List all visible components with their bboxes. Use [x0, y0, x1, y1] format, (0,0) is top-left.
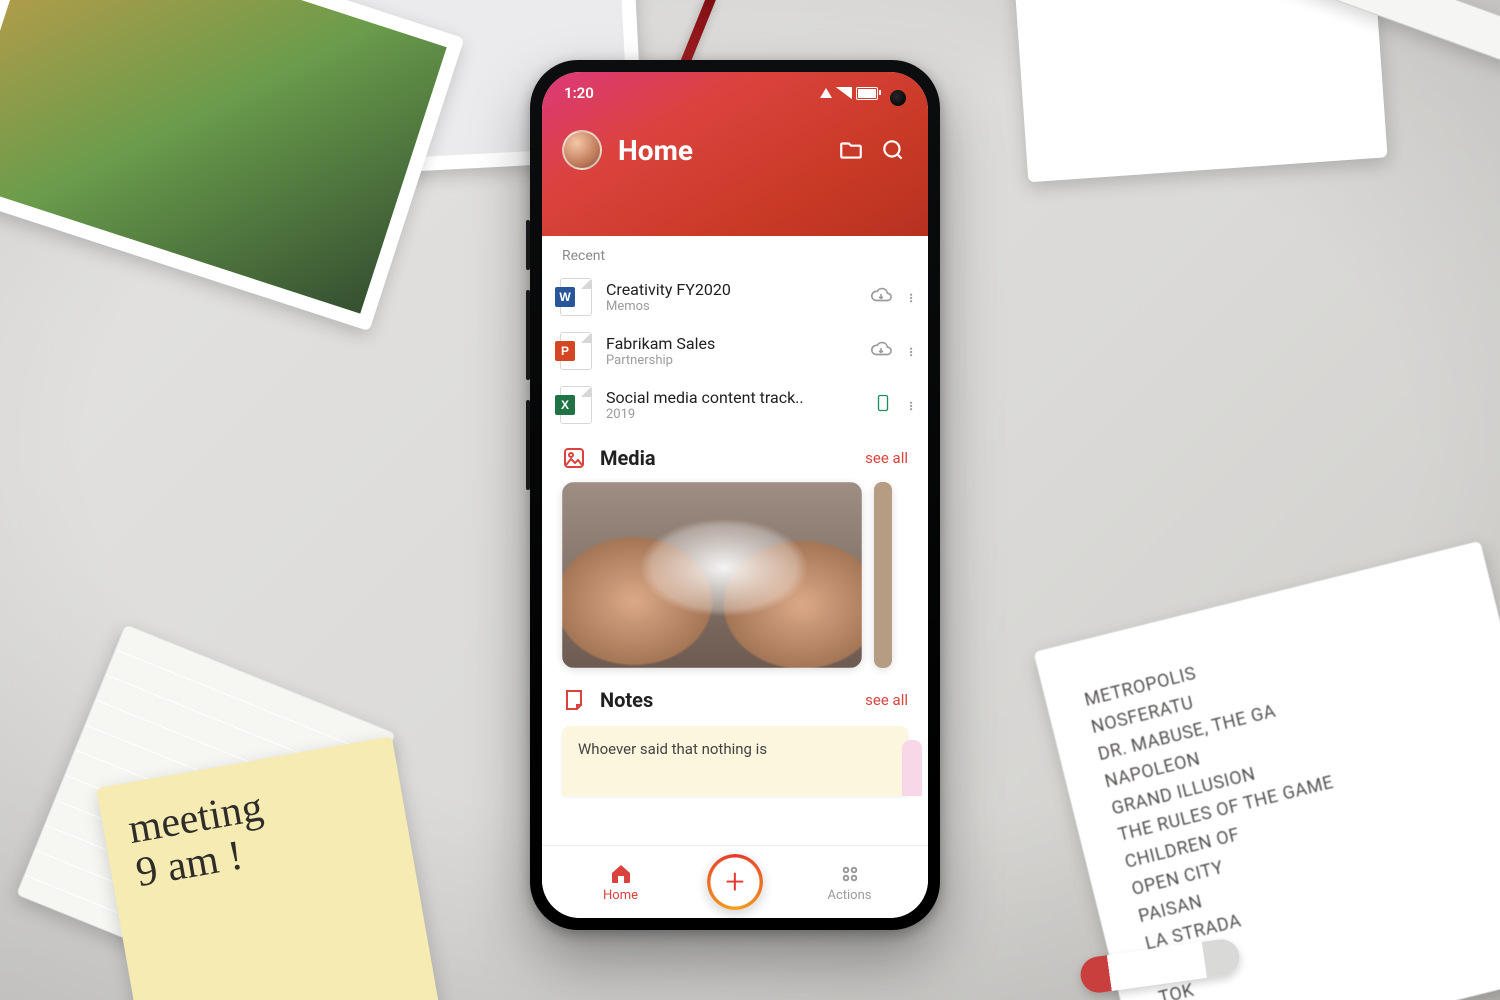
page-title: Home: [618, 134, 822, 167]
image-icon: [562, 446, 586, 470]
typed-sheet-text: METROPOLIS NOSFERATU DR. MABUSE, THE GA …: [1082, 595, 1500, 1000]
create-fab[interactable]: +: [707, 854, 763, 910]
paper-card: [1012, 0, 1387, 182]
actions-icon: [838, 862, 862, 886]
phone-side-button: [526, 400, 530, 490]
nav-label: Actions: [827, 888, 871, 903]
folder-button[interactable]: [838, 137, 864, 163]
cell-signal-icon: [836, 87, 852, 99]
wifi-icon: [820, 88, 832, 98]
media-thumbnail[interactable]: [874, 482, 892, 668]
nav-actions[interactable]: Actions: [771, 862, 928, 903]
section-title: Notes: [600, 688, 851, 712]
recent-item-subtitle: 2019: [606, 407, 860, 422]
more-button[interactable]: ···: [906, 292, 916, 302]
desk-scene: meeting 9 am ! METROPOLIS NOSFERATU DR. …: [0, 0, 1500, 1000]
phone-screen: 1:20 Home: [542, 72, 928, 918]
section-title: Media: [600, 446, 851, 470]
app-header: 1:20 Home: [542, 72, 928, 236]
see-all-link[interactable]: see all: [865, 691, 908, 709]
media-carousel[interactable]: [542, 478, 928, 674]
note-preview-text: Whoever said that nothing is: [578, 740, 767, 758]
on-device-icon[interactable]: [874, 392, 892, 418]
section-header-media: Media see all: [542, 432, 928, 478]
folder-icon: [838, 137, 864, 163]
cloud-download-icon[interactable]: [870, 284, 892, 310]
note-card[interactable]: [902, 740, 922, 796]
note-icon: [562, 688, 586, 712]
nav-label: Home: [603, 888, 638, 903]
battery-icon: [856, 87, 878, 100]
recent-item-subtitle: Partnership: [606, 353, 856, 368]
avatar[interactable]: [562, 130, 602, 170]
section-header-notes: Notes see all: [542, 674, 928, 720]
plus-icon: +: [707, 854, 763, 910]
phone-side-button: [526, 290, 530, 380]
bottom-nav: Home + Actions: [542, 845, 928, 918]
typed-sheet: METROPOLIS NOSFERATU DR. MABUSE, THE GA …: [1034, 541, 1500, 1000]
nav-home[interactable]: Home: [542, 862, 699, 903]
word-doc-icon: W: [560, 278, 592, 316]
media-thumbnail[interactable]: [562, 482, 862, 668]
recent-item-subtitle: Memos: [606, 299, 856, 314]
excel-doc-icon: X: [560, 386, 592, 424]
recent-item[interactable]: W Creativity FY2020 Memos ···: [542, 270, 928, 324]
cloud-download-icon[interactable]: [870, 338, 892, 364]
content-area: Recent W Creativity FY2020 Memos ···: [542, 236, 928, 846]
search-button[interactable]: [880, 137, 906, 163]
photo-print: [0, 0, 464, 331]
punch-hole-camera: [890, 90, 906, 106]
status-time: 1:20: [564, 84, 594, 102]
recent-item[interactable]: P Fabrikam Sales Partnership ···: [542, 324, 928, 378]
section-label-recent: Recent: [542, 236, 928, 270]
more-button[interactable]: ···: [906, 400, 916, 410]
home-icon: [609, 862, 633, 886]
more-button[interactable]: ···: [906, 346, 916, 356]
phone-frame: 1:20 Home: [530, 60, 940, 930]
recent-item-title: Social media content track..: [606, 388, 860, 407]
recent-item-title: Fabrikam Sales: [606, 334, 856, 353]
search-icon: [880, 137, 906, 163]
powerpoint-doc-icon: P: [560, 332, 592, 370]
phone-side-button: [526, 220, 530, 270]
see-all-link[interactable]: see all: [865, 449, 908, 467]
note-card[interactable]: Whoever said that nothing is: [562, 726, 908, 796]
status-bar: 1:20: [542, 72, 928, 102]
recent-item[interactable]: X Social media content track.. 2019 ···: [542, 378, 928, 432]
recent-item-title: Creativity FY2020: [606, 280, 856, 299]
